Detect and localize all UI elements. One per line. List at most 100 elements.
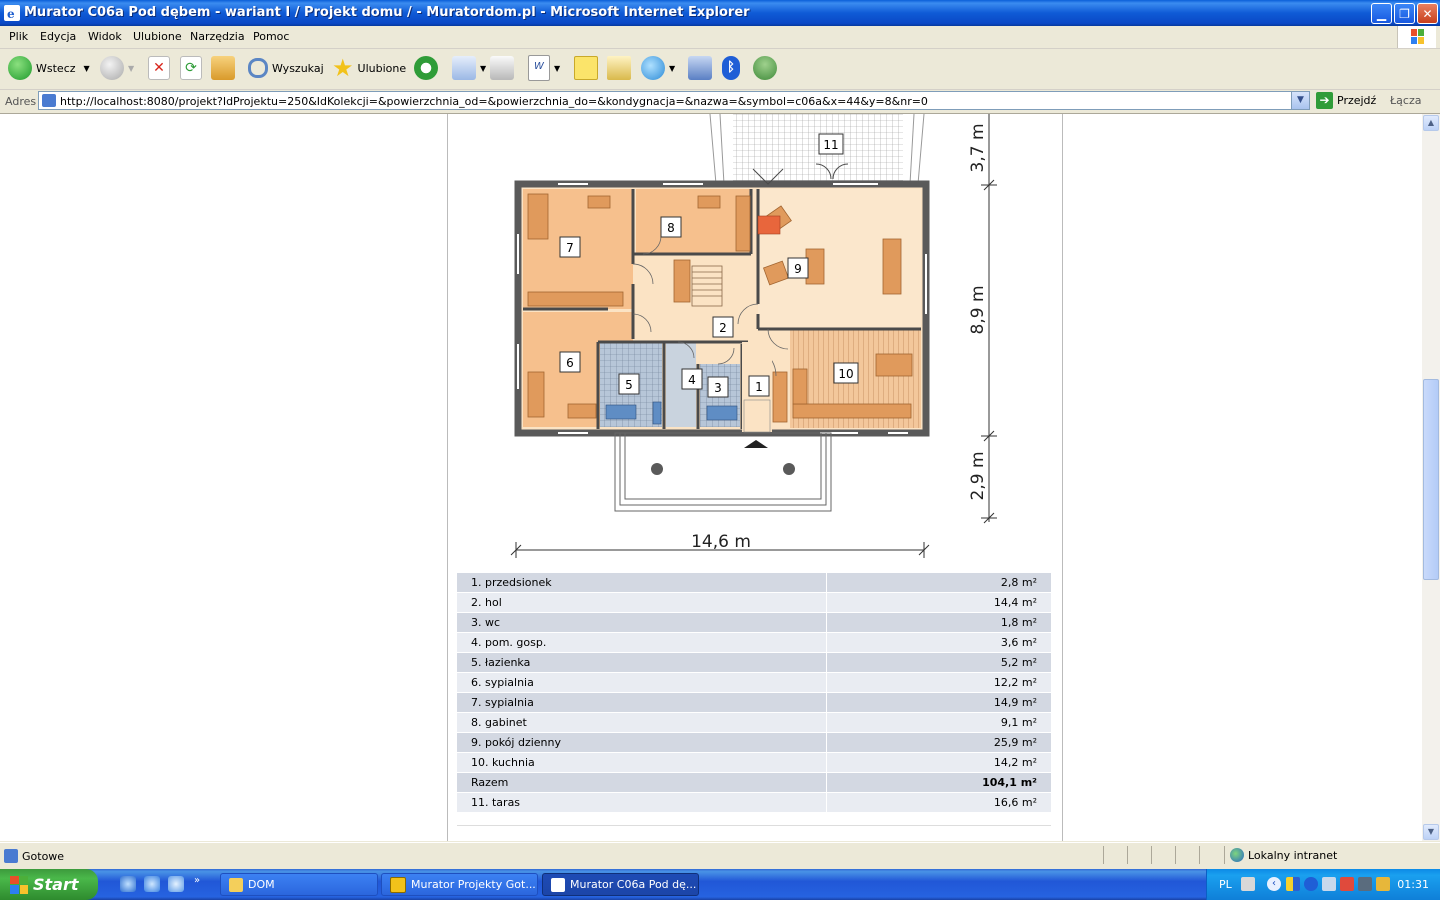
width-dimension: 14,6 m [691, 532, 751, 552]
chevron-down-icon[interactable]: ▼ [554, 64, 560, 73]
chevron-down-icon[interactable]: ▼ [84, 64, 90, 73]
start-label: Start [33, 875, 79, 894]
address-input[interactable]: http://localhost:8080/projekt?IdProjektu… [38, 91, 1310, 110]
tools-button[interactable] [688, 55, 716, 81]
address-url[interactable]: http://localhost:8080/projekt?IdProjektu… [60, 95, 928, 108]
menu-file[interactable]: Plik [9, 30, 28, 43]
chevron-right-icon[interactable]: » [194, 875, 200, 886]
height-dimension-mid: 8,9 m [968, 286, 988, 335]
table-row: 11. taras 16,6 m² [457, 792, 1051, 813]
ie-quicklaunch-icon[interactable] [144, 876, 160, 892]
room-label-10: 10 [833, 362, 859, 384]
restore-button[interactable]: ❐ [1394, 3, 1415, 24]
taskbar-button-murator-c06a[interactable]: Murator C06a Pod dę... [542, 873, 699, 896]
room-name: 4. pom. gosp. [457, 632, 827, 653]
status-bar: Gotowe Lokalny intranet [0, 842, 1440, 869]
security-zone[interactable]: Lokalny intranet [1230, 848, 1337, 862]
search-icon [248, 58, 268, 78]
ie-icon: e [4, 5, 20, 21]
total-area: 104,1 m² [826, 772, 1051, 793]
menu-view[interactable]: Widok [88, 30, 122, 43]
menu-tools[interactable]: Narzędzia [190, 30, 245, 43]
mail-button[interactable]: ▼ [452, 55, 486, 81]
go-button[interactable]: ➔ Przejdź [1316, 92, 1376, 109]
search-button[interactable]: Wyszukaj [248, 55, 324, 81]
mail-icon [452, 56, 476, 80]
room-label-8: 8 [660, 216, 682, 238]
history-button[interactable] [414, 55, 442, 81]
refresh-button[interactable]: ⟳ [180, 55, 206, 81]
chevron-down-icon[interactable]: ▼ [1291, 92, 1309, 109]
room-area: 14,4 m² [826, 592, 1051, 613]
chevron-down-icon[interactable]: ▼ [128, 64, 134, 73]
entrance-arrow-icon [744, 440, 768, 448]
keyboard-icon[interactable] [1241, 877, 1255, 891]
total-row: Razem 104,1 m² [457, 772, 1051, 793]
total-label: Razem [457, 772, 827, 793]
links-label[interactable]: Łącza [1390, 94, 1422, 107]
menu-favorites[interactable]: Ulubione [133, 30, 182, 43]
chevron-down-icon[interactable]: ▼ [669, 64, 675, 73]
bluetooth-button[interactable]: ᛒ [722, 55, 744, 81]
room-area: 9,1 m² [826, 712, 1051, 733]
windows-logo-icon [10, 875, 28, 894]
network-error-icon[interactable] [1340, 877, 1354, 891]
room-label-6: 6 [559, 351, 581, 373]
close-button[interactable]: ✕ [1417, 3, 1438, 24]
note-button[interactable] [574, 55, 602, 81]
messenger-button[interactable]: ▼ [641, 55, 675, 81]
start-button[interactable]: Start [0, 869, 98, 900]
menu-edit[interactable]: Edycja [40, 30, 76, 43]
taskbar: Start » DOM Murator Projekty Got... Mura… [0, 869, 1440, 900]
taskbar-button-dom[interactable]: DOM [220, 873, 378, 896]
bluetooth-icon[interactable] [1304, 877, 1318, 891]
chevron-left-icon[interactable]: ‹ [1267, 877, 1281, 891]
svg-text:11: 11 [823, 138, 838, 152]
room-name: 6. sypialnia [457, 672, 827, 693]
chevron-down-icon[interactable]: ▼ [480, 64, 486, 73]
system-tray: PL ‹ 01:31 [1206, 869, 1440, 900]
stop-button[interactable]: ✕ [148, 55, 174, 81]
scroll-thumb[interactable] [1423, 379, 1439, 580]
scroll-down-icon[interactable]: ▼ [1423, 824, 1439, 840]
room-label-11: 11 [818, 133, 844, 155]
print-button[interactable] [490, 55, 518, 81]
room-areas-table: 1. przedsionek 2,8 m² 2. hol 14,4 m² 3. wc… [457, 573, 1051, 813]
taskbar-button-murator-projekty[interactable]: Murator Projekty Got... [381, 873, 538, 896]
window-title: Murator C06a Pod dębem - wariant I / Pro… [24, 5, 750, 20]
task-label: Murator Projekty Got... [411, 878, 536, 891]
vertical-scrollbar[interactable]: ▲ ▼ [1422, 114, 1440, 841]
divider [1224, 846, 1225, 864]
network-icon[interactable] [1322, 877, 1336, 891]
svg-text:4: 4 [688, 373, 696, 387]
room-label-4: 4 [681, 368, 703, 390]
minimize-button[interactable]: ▁ [1371, 3, 1392, 24]
back-button[interactable]: Wstecz ▼ [8, 55, 90, 81]
tray-flag-icon[interactable] [1286, 877, 1300, 891]
language-indicator[interactable]: PL [1219, 878, 1232, 891]
forward-button[interactable]: ▼ [100, 55, 134, 81]
divider [1127, 846, 1128, 864]
ie-quicklaunch-icon[interactable] [120, 876, 136, 892]
contacts-button[interactable] [753, 55, 781, 81]
clock[interactable]: 01:31 [1397, 878, 1429, 891]
scroll-up-icon[interactable]: ▲ [1423, 115, 1439, 131]
table-row: 5. łazienka 5,2 m² [457, 652, 1051, 673]
research-button[interactable] [607, 55, 635, 81]
tray-app-icon[interactable] [1376, 877, 1390, 891]
height-dimension-top: 3,7 m [968, 124, 988, 173]
tools-icon [688, 56, 712, 80]
height-dimension-bottom: 2,9 m [968, 452, 988, 501]
favorites-button[interactable]: ★ Ulubione [332, 54, 407, 82]
skype-icon [641, 56, 665, 80]
stop-icon: ✕ [148, 56, 170, 80]
edit-button[interactable]: W ▼ [528, 55, 560, 81]
favorites-label: Ulubione [357, 61, 407, 75]
room-name: 2. hol [457, 592, 827, 613]
home-button[interactable] [211, 55, 239, 81]
menu-help[interactable]: Pomoc [253, 30, 289, 43]
display-icon[interactable] [1358, 877, 1372, 891]
address-label: Adres [5, 95, 37, 108]
search-quicklaunch-icon[interactable] [168, 876, 184, 892]
status-text: Gotowe [22, 850, 65, 863]
